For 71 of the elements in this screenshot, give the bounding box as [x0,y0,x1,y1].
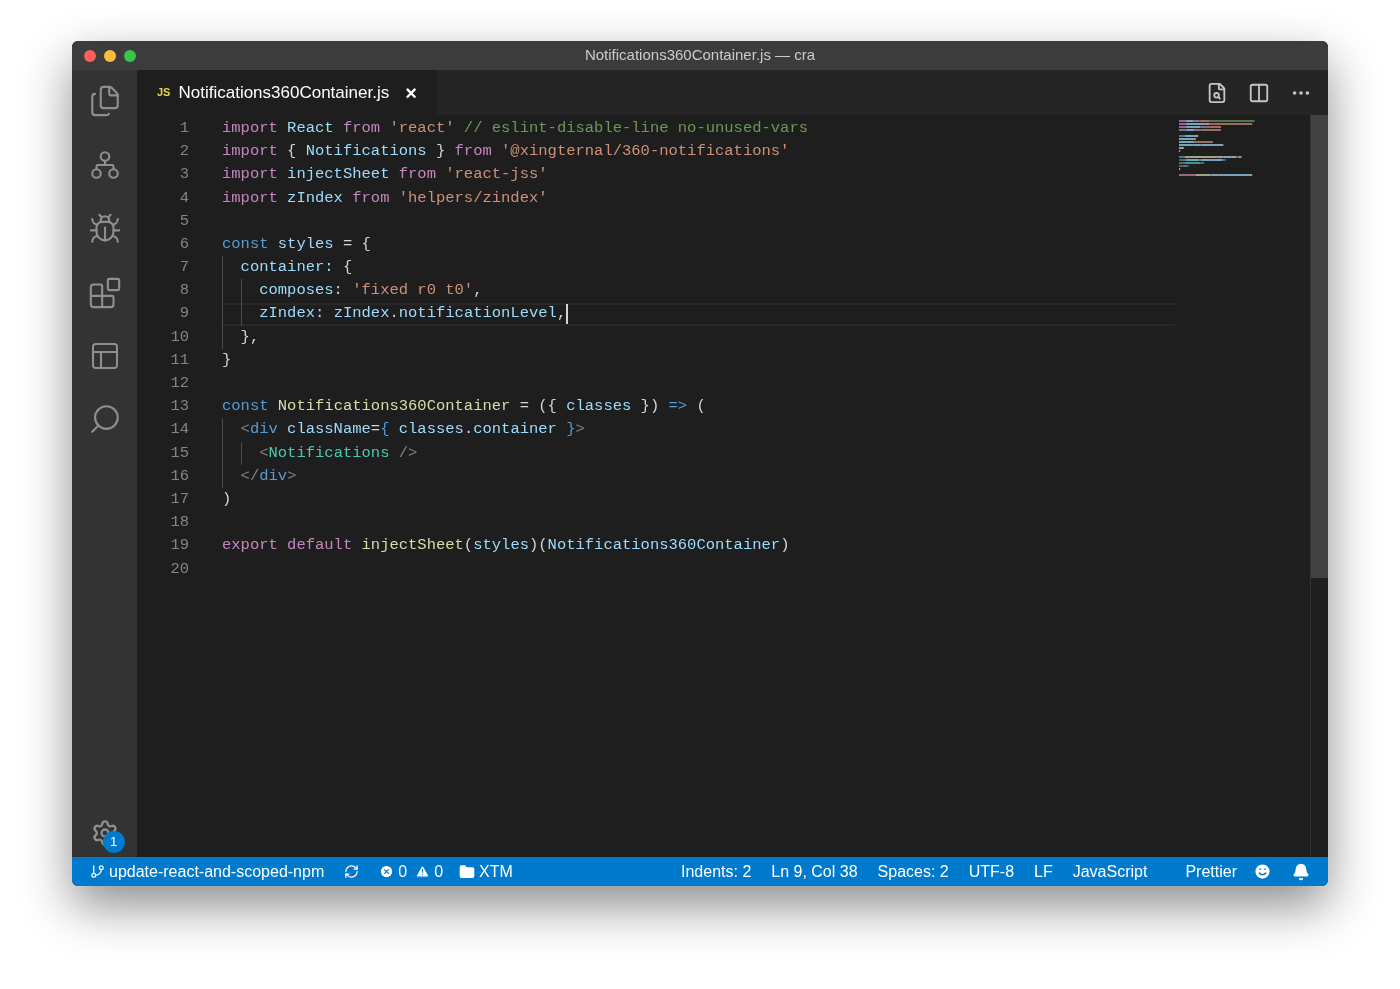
zoom-window-button[interactable] [124,49,136,62]
line-number: 10 [169,326,189,348]
code-line: </div> [239,465,297,487]
line-number: 13 [169,396,189,418]
feedback-icon[interactable] [1253,862,1272,881]
code-line: const Notifications360Container = ({ classes }) => ( [222,396,706,418]
line-number: 9 [178,303,189,325]
line-number: 17 [169,488,189,510]
file-type-label: JS [157,85,171,101]
warning-icon [415,864,431,879]
code-line: composes: 'fixed r0 t0', [258,280,483,302]
close-window-button[interactable] [84,49,96,62]
text-cursor [566,304,569,325]
line-number: 1 [178,117,189,139]
tab-title: Notifications360Container.js [178,81,390,104]
minimize-window-button[interactable] [104,49,116,62]
code-line: import injectSheet from 'react-jss' [222,164,548,186]
error-icon [379,864,395,879]
code-line: const styles = { [222,233,371,255]
window-title: Notifications360Container.js — cra [584,45,816,66]
line-number: 19 [169,535,189,557]
editor-tab[interactable]: JS Notifications360Container.js × [137,70,437,115]
line-number: 15 [169,442,189,464]
line-number: 3 [178,164,189,186]
code-line: ) [222,488,232,510]
line-number: 16 [169,465,189,487]
code-line: }, [239,326,260,348]
warning-count[interactable]: 0 [434,859,444,884]
bug-icon[interactable] [87,212,122,246]
line-number: 12 [169,373,189,395]
code-line: <div className={ classes.container }> [239,419,585,441]
line-number: 18 [169,512,189,534]
error-count[interactable]: 0 [398,859,408,884]
line-number: 14 [169,419,189,441]
status-item[interactable]: Ln 9, Col 38 [771,859,858,884]
line-number: 11 [169,349,189,371]
code-line: import React from 'react' // eslint-disable-line no-unused-vars [222,117,809,139]
branch-icon [90,864,105,879]
line-number: 4 [178,187,189,209]
settings-icon[interactable] [90,819,119,847]
code-line: <Notifications /> [258,442,418,464]
split-editor-icon[interactable] [1248,81,1270,104]
notification-badge: 1 [102,831,125,853]
status-item[interactable]: UTF-8 [968,859,1015,884]
sync-icon[interactable] [344,864,360,879]
find-file-icon[interactable] [1206,81,1228,104]
tab-close-button[interactable]: × [405,77,417,108]
status-item[interactable]: Spaces: 2 [877,859,949,884]
status-item[interactable]: Indents: 2 [681,859,752,884]
code-line: import zIndex from 'helpers/zindex' [222,187,548,209]
code-line: zIndex: zIndex.notificationLevel, [258,303,567,325]
branch-name: update-react-and-scoped-npm [109,861,325,882]
branch-indicator[interactable]: update-react-and-scoped-npm [90,859,325,884]
line-number: 8 [178,280,189,302]
code-line: import { Notifications } from '@xingternal/360-notifications' [222,141,790,163]
line-number: 2 [178,141,189,163]
code-line: export default injectSheet(styles)(Notifications360Container) [222,535,790,557]
status-item[interactable]: Prettier [1185,859,1237,884]
code-line: container: { [239,257,353,279]
line-number: 6 [178,233,189,255]
line-number: 20 [169,558,189,580]
extensions-icon[interactable] [87,276,122,310]
folder-icon [459,863,476,880]
folder-name[interactable]: XTM [479,859,513,884]
line-number: 7 [178,257,189,279]
notifications-icon[interactable] [1292,862,1310,881]
scrollbar-thumb[interactable] [1311,115,1328,578]
status-item[interactable]: JavaScript [1072,859,1148,884]
code-line: } [222,349,232,371]
status-item[interactable]: LF [1034,859,1053,884]
line-number: 5 [178,210,189,232]
